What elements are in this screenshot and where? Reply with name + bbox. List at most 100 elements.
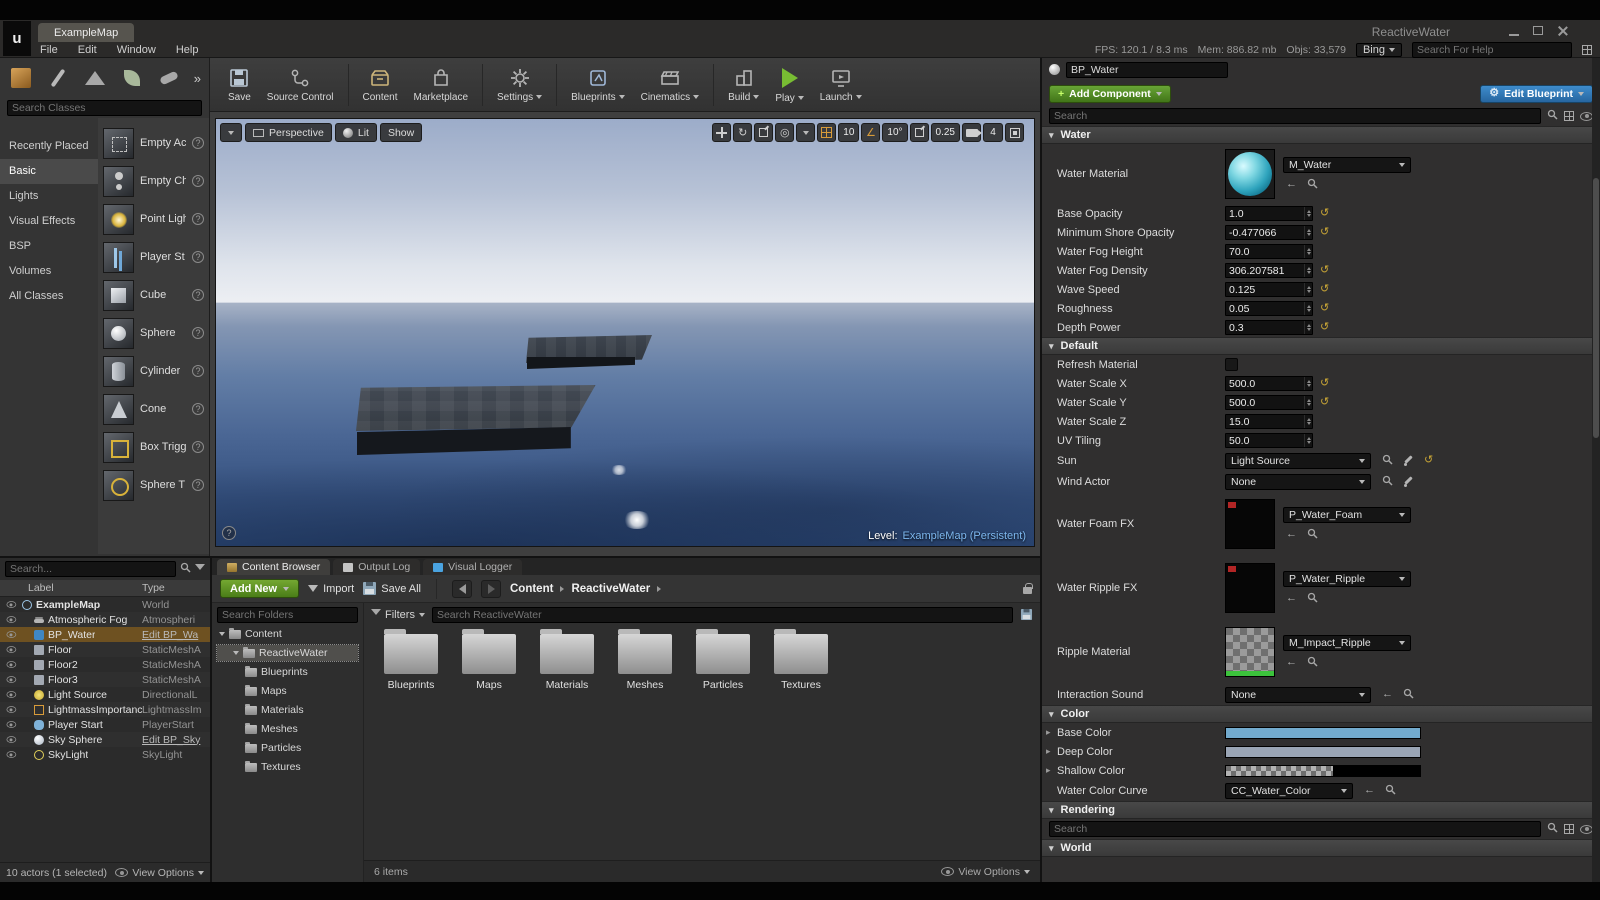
translate-tool-button[interactable] [712,123,731,142]
browse-icon[interactable] [1307,592,1318,606]
use-selected-icon[interactable]: ← [1382,689,1393,700]
visibility-icon[interactable] [6,661,16,668]
tree-item-reactivewater[interactable]: ReactiveWater [217,645,358,661]
help-icon[interactable]: ? [192,289,204,301]
foliage-mode-icon[interactable] [119,65,145,91]
spinner[interactable] [1304,434,1312,447]
section-water[interactable]: ▾Water [1042,126,1600,144]
category-volumes[interactable]: Volumes [0,259,98,284]
save-all-button[interactable]: Save All [363,582,421,595]
expander-icon[interactable]: ▸ [1046,727,1051,738]
deep-color-swatch[interactable] [1225,746,1421,758]
browse-icon[interactable] [1382,475,1393,489]
reset-icon[interactable]: ↺ [1320,284,1329,295]
cinematics-button[interactable]: Cinematics [633,58,707,111]
grid-snap-value[interactable]: 10 [838,123,859,142]
label-column-header[interactable]: Label [28,582,54,594]
visibility-icon[interactable] [6,601,16,608]
placeable-item[interactable]: Cone? [98,390,209,428]
floor-platform[interactable] [356,385,598,431]
section-color[interactable]: ▾Color [1042,705,1600,723]
blueprints-button[interactable]: Blueprints [563,58,632,111]
scale-tool-button[interactable] [754,123,773,142]
browse-icon[interactable] [1385,784,1396,798]
category-all-classes[interactable]: All Classes [0,284,98,309]
visibility-icon[interactable] [6,691,16,698]
maximize-viewport-button[interactable] [1005,123,1024,142]
help-icon[interactable]: ? [192,403,204,415]
eyedropper-icon[interactable] [1403,476,1414,487]
help-icon[interactable]: ? [192,441,204,453]
camera-speed-button[interactable] [962,123,981,142]
value-field[interactable] [1226,245,1304,258]
reset-icon[interactable]: ↺ [1320,303,1329,314]
grid-snap-button[interactable] [817,123,836,142]
geometry-mode-icon[interactable] [156,65,182,91]
spinner[interactable] [1304,396,1312,409]
visibility-icon[interactable] [6,736,16,743]
eyedropper-icon[interactable] [1403,455,1414,466]
spinner[interactable] [1304,415,1312,428]
roughness-input[interactable] [1225,301,1313,316]
wave-speed-input[interactable] [1225,282,1313,297]
spinner[interactable] [1304,264,1312,277]
water-foam-fx-dropdown[interactable]: P_Water_Foam [1283,507,1411,523]
launch-button[interactable]: Launch [812,58,870,111]
browse-icon[interactable] [1307,528,1318,542]
water-fog-density-input[interactable] [1225,263,1313,278]
visibility-icon[interactable] [6,631,16,638]
details-search-input-2[interactable] [1049,821,1541,837]
rotation-snap-value[interactable]: 10° [882,123,907,142]
base-opacity-input[interactable] [1225,206,1313,221]
restore-icon[interactable] [1533,26,1543,35]
expander-icon[interactable]: ▸ [1046,746,1051,757]
spinner[interactable] [1304,283,1312,296]
rotation-snap-button[interactable]: ∠ [861,123,880,142]
water-foam-fx-thumbnail[interactable] [1225,499,1275,549]
help-settings-icon[interactable] [1582,45,1592,55]
help-icon[interactable]: ? [192,479,204,491]
world-space-button[interactable]: ◎ [775,123,794,142]
search-folders-input[interactable] [217,607,358,623]
visibility-icon[interactable] [6,751,16,758]
tree-item-materials[interactable]: Materials [217,702,358,718]
browse-icon[interactable] [1382,454,1393,468]
camera-speed-value[interactable]: 4 [983,123,1003,142]
help-icon[interactable]: ? [192,327,204,339]
section-default[interactable]: ▾Default [1042,337,1600,355]
uv-tiling-input[interactable] [1225,433,1313,448]
use-selected-icon[interactable]: ← [1286,657,1297,668]
outliner-view-options-button[interactable]: View Options [115,867,204,879]
actor-name-input[interactable] [1066,62,1228,78]
value-field[interactable] [1226,207,1304,220]
outliner-row[interactable]: Sky SphereEdit BP_Sky [0,732,210,747]
outliner-row[interactable]: Floor2StaticMeshA [0,657,210,672]
edit-blueprint-link[interactable]: Edit BP_Sky [142,734,206,746]
viewport[interactable]: Perspective Lit Show ↻ ◎ 10 ∠ 10° 0.25 4… [215,118,1035,547]
search-engine-dropdown[interactable]: Bing [1356,43,1402,57]
spinner[interactable] [1304,245,1312,258]
use-selected-icon[interactable]: ← [1286,529,1297,540]
visibility-icon[interactable] [6,706,16,713]
outliner-row[interactable]: LightmassImportancLightmassIm [0,702,210,717]
type-column-header[interactable]: Type [142,582,165,594]
back-button[interactable] [452,580,472,598]
visibility-icon[interactable] [6,646,16,653]
sun-dropdown[interactable]: Light Source [1225,453,1371,469]
menu-help[interactable]: Help [176,44,199,56]
water-material-dropdown[interactable]: M_Water [1283,157,1411,173]
reset-icon[interactable]: ↺ [1320,227,1329,238]
expander-icon[interactable] [233,651,239,655]
level-tab[interactable]: ExampleMap [38,23,134,42]
reset-icon[interactable]: ↺ [1320,378,1329,389]
help-icon[interactable]: ? [192,251,204,263]
water-scale-z-input[interactable] [1225,414,1313,429]
value-field[interactable] [1226,283,1304,296]
paint-mode-icon[interactable] [45,65,71,91]
settings-button[interactable]: Settings [489,58,550,111]
help-icon[interactable]: ? [192,365,204,377]
placeable-item[interactable]: Player St? [98,238,209,276]
save-button[interactable]: Save [220,58,259,111]
water-ripple-fx-thumbnail[interactable] [1225,563,1275,613]
folder-tile[interactable]: Particles [692,634,754,691]
